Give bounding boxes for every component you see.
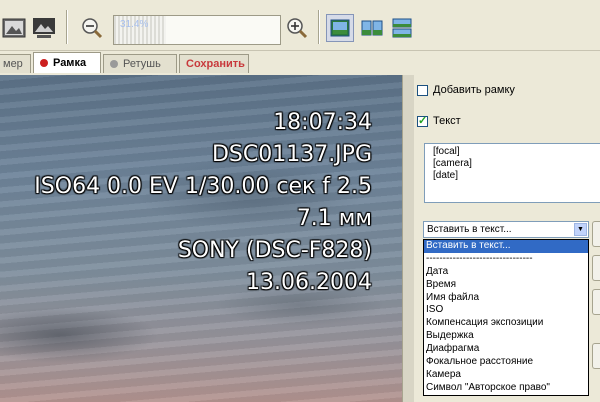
- side-button[interactable]: [592, 221, 600, 247]
- tab-label: Ретушь: [123, 58, 161, 70]
- zoom-value: 31.4%: [120, 19, 149, 30]
- photo-preview[interactable]: 18:07:34 DSC01137.JPG ISO64 0.0 EV 1/30.…: [0, 75, 402, 402]
- dropdown-option[interactable]: Компенсация экспозиции: [424, 317, 588, 330]
- overlay-time: 18:07:34: [273, 110, 372, 135]
- text-checkbox[interactable]: [417, 114, 428, 127]
- toolbar-separator: [318, 10, 320, 44]
- insert-into-text-select[interactable]: Вставить в текст... ▼: [423, 221, 589, 238]
- tab-label: Сохранить: [186, 58, 245, 70]
- insert-options-dropdown: Вставить в текст... ---------------------…: [423, 239, 589, 396]
- template-line: [focal]: [433, 146, 460, 157]
- dropdown-option[interactable]: Дата: [424, 266, 588, 279]
- red-dot-icon: [40, 59, 48, 67]
- text-template-input[interactable]: [focal] [camera] [date]: [424, 143, 600, 203]
- text-label: Текст: [433, 115, 461, 127]
- view-compare-icon[interactable]: [358, 14, 386, 42]
- dropdown-option[interactable]: Имя файла: [424, 292, 588, 305]
- overlay-filename: DSC01137.JPG: [211, 142, 372, 167]
- side-button[interactable]: [592, 255, 600, 281]
- dropdown-option[interactable]: Камера: [424, 369, 588, 382]
- dropdown-option[interactable]: Вставить в текст...: [424, 240, 588, 253]
- side-button[interactable]: [592, 343, 600, 369]
- tab-bar: мер Рамка Ретушь Сохранить: [0, 52, 600, 74]
- overlay-exposure: ISO64 0.0 EV 1/30.00 сек f 2.5: [34, 174, 372, 199]
- gray-dot-icon: [110, 60, 118, 68]
- overlay-date: 13.06.2004: [246, 270, 372, 295]
- zoom-in-icon[interactable]: [283, 14, 311, 42]
- dropdown-option[interactable]: Время: [424, 279, 588, 292]
- tab-label: мер: [3, 58, 23, 70]
- app-window: 31.4% мер Рамка Ретушь Сохранить 18:07:3…: [0, 0, 600, 402]
- preview-border: [402, 75, 414, 402]
- template-line: [date]: [433, 170, 459, 181]
- dropdown-option[interactable]: Выдержка: [424, 330, 588, 343]
- tab-save[interactable]: Сохранить: [179, 54, 249, 73]
- insert-select-value: Вставить в текст...: [427, 224, 512, 235]
- dropdown-option[interactable]: Фокальное расстояние: [424, 356, 588, 369]
- view-split-icon[interactable]: [388, 14, 416, 42]
- toolbar-separator: [66, 10, 68, 44]
- dropdown-option[interactable]: Диафрагма: [424, 343, 588, 356]
- zoom-out-icon[interactable]: [78, 14, 106, 42]
- side-button[interactable]: [592, 289, 600, 315]
- tab-size[interactable]: мер: [0, 54, 31, 73]
- template-line: [camera]: [433, 158, 472, 169]
- tab-retouch[interactable]: Ретушь: [103, 54, 177, 73]
- add-frame-checkbox[interactable]: [417, 85, 428, 96]
- tab-frame[interactable]: Рамка: [33, 52, 101, 73]
- dropdown-option[interactable]: Символ "Авторское право": [424, 382, 588, 395]
- dropdown-option[interactable]: --------------------------------: [424, 253, 588, 266]
- toolbar: 31.4%: [0, 0, 600, 51]
- chevron-down-icon[interactable]: ▼: [574, 223, 587, 236]
- add-frame-label: Добавить рамку: [433, 84, 515, 96]
- tab-label: Рамка: [53, 57, 87, 69]
- photo-icon[interactable]: [0, 14, 28, 42]
- overlay-camera: SONY (DSC-F828): [177, 238, 372, 263]
- view-single-icon[interactable]: [326, 14, 354, 42]
- photo-landscape-icon[interactable]: [30, 14, 58, 42]
- dropdown-option[interactable]: ISO: [424, 304, 588, 317]
- zoom-slider[interactable]: 31.4%: [113, 15, 281, 45]
- overlay-focal-length: 7.1 мм: [296, 206, 372, 231]
